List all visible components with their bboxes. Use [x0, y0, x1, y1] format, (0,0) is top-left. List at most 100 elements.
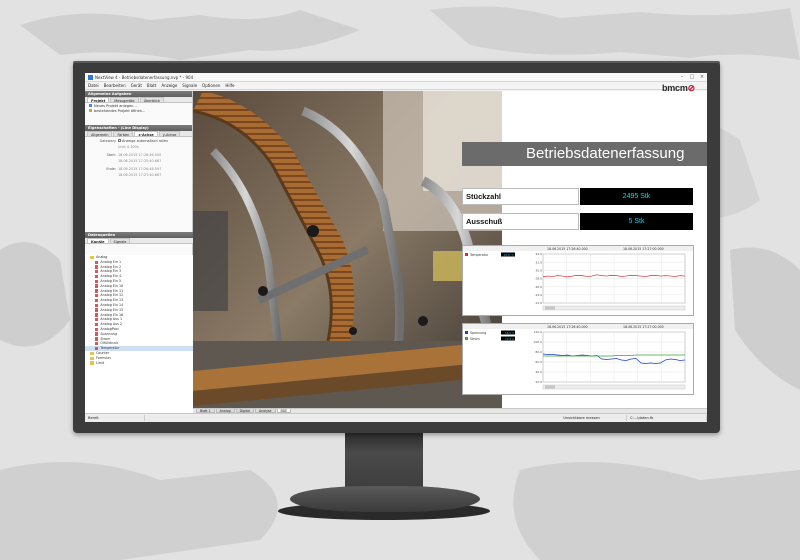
- kpi-stueckzahl-value: 2495 Stk: [580, 188, 693, 205]
- tree-item-label: Limit: [96, 360, 105, 365]
- data-sources-tabs: Kanäle Signale: [85, 238, 193, 244]
- left-sidebar: Allgemeine Aufgaben Projekt Messgeräte Ü…: [85, 91, 193, 413]
- kpi-stueckzahl-label: Stückzahl: [462, 188, 579, 205]
- tab-kanaele[interactable]: Kanäle: [87, 238, 109, 244]
- tab-messgeraete[interactable]: Messgeräte: [110, 97, 139, 103]
- menu-blatt[interactable]: Blatt: [147, 83, 156, 88]
- bmcm-logo: bmcm⊘: [662, 83, 695, 94]
- ende-row-1: Ende: 18.06.2015 17:26:48.597: [85, 167, 192, 171]
- chart-scrollbar[interactable]: [542, 305, 686, 311]
- dashboard-title: Betriebsdatenerfassung: [462, 142, 707, 166]
- legend-swatch: [465, 253, 468, 256]
- new-project-icon: [89, 104, 92, 107]
- maximize-icon[interactable]: □: [687, 74, 697, 80]
- chart-scroll-thumb[interactable]: [545, 306, 555, 310]
- start-value-1[interactable]: 18.06.2015 17:26:46.500: [118, 153, 161, 157]
- menu-anzeige[interactable]: Anzeige: [161, 83, 177, 88]
- gateway-row: Gatewary Anzeige automatisch rollen: [85, 139, 192, 143]
- gateway-value: Anzeige automatisch rollen: [122, 139, 169, 143]
- logo-accent: ⊘: [687, 83, 696, 93]
- voltage-current-chart[interactable]: 18.06.2015 17:26:40.000 18.06.2015 17:27:…: [462, 323, 694, 395]
- logo-text: bmcm: [661, 83, 688, 93]
- window-title: NextView 4 - Betriebsdatenerfassung.nvp …: [95, 74, 194, 80]
- status-bar: Bereit Unsichtbare messen C:...\daten.fb: [85, 413, 707, 422]
- chart-time-end: 18.06.2015 17:27:00.000: [623, 247, 664, 251]
- status-left: Bereit: [85, 415, 145, 421]
- tab-y-achse[interactable]: y-Achse: [158, 131, 181, 137]
- production-line-photo: [193, 91, 502, 408]
- status-middle: Unsichtbare messen: [537, 415, 627, 421]
- kpi-ausschuss: Ausschuß 5 Stk: [462, 213, 693, 230]
- tab-ueberblick[interactable]: Überblick: [139, 97, 165, 103]
- chart-time-end: 18.06.2015 17:27:00.000: [623, 325, 664, 329]
- menu-signale[interactable]: Signale: [182, 83, 197, 88]
- close-icon[interactable]: ×: [697, 74, 707, 80]
- kpi-ausschuss-value: 5 Stk: [580, 213, 693, 230]
- chart-scroll-thumb[interactable]: [545, 385, 555, 389]
- folder-icon: [90, 255, 94, 259]
- y-tick-label: 32.0: [535, 260, 542, 264]
- ende-row-2: 18.06.2015 17:27:40.667: [85, 173, 192, 177]
- legend-name: Strom: [470, 337, 480, 341]
- signal-icon: [95, 318, 99, 322]
- tab-x-achse[interactable]: x-Achse: [134, 131, 158, 137]
- tab-projekt[interactable]: Projekt: [87, 97, 110, 103]
- legend-swatch: [465, 337, 468, 340]
- start-row-1: Start: 18.06.2015 17:26:46.500: [85, 153, 192, 157]
- menu-optionen[interactable]: Optionen: [202, 83, 220, 88]
- y-tick-label: 34.0: [535, 252, 542, 256]
- signal-icon: [95, 284, 99, 288]
- gateway-label: Gatewary: [99, 139, 116, 143]
- ende-value-1[interactable]: 18.06.2015 17:26:48.597: [118, 167, 161, 171]
- tab-allgemein[interactable]: Allgemein: [87, 131, 113, 137]
- temperature-chart[interactable]: 18.06.2015 17:26:40.000 18.06.2015 17:27:…: [462, 245, 694, 316]
- folder-icon: [90, 351, 94, 355]
- chart-svg: 18.06.2015 17:26:40.000 18.06.2015 17:27:…: [463, 246, 693, 311]
- signal-icon: [95, 313, 99, 317]
- minimize-icon[interactable]: –: [677, 74, 687, 80]
- menu-datei[interactable]: Datei: [88, 83, 99, 88]
- y-tick-label: 22.0: [535, 301, 542, 305]
- ende-label-spacer: [88, 173, 118, 177]
- unit-label: [88, 145, 118, 149]
- ende-label: Ende:: [106, 167, 116, 171]
- channel-tree: Analog Analog Ein 1 Analog Ein 2 Analog Ein…: [85, 255, 193, 413]
- y-tick-label: 60.0: [535, 360, 542, 364]
- y-tick-label: 24.0: [535, 293, 542, 297]
- y-tick-label: 26.0: [535, 285, 542, 289]
- menu-bearbeiten[interactable]: Bearbeiten: [104, 83, 126, 88]
- legend-value: 74.8 A: [505, 337, 514, 341]
- signal-icon: [95, 289, 99, 293]
- signal-icon: [95, 327, 99, 332]
- signal-icon: [95, 322, 99, 327]
- signal-icon: [95, 279, 99, 284]
- auto-scroll-checkbox[interactable]: [118, 139, 121, 142]
- monitor-stand-base: [290, 486, 480, 512]
- legend-value: 56.0 V: [505, 331, 514, 335]
- signal-icon: [95, 260, 99, 264]
- start-label-spacer: [88, 159, 118, 163]
- unit-row: Unit: 0.300s: [85, 145, 192, 149]
- tab-farben[interactable]: Farben: [113, 131, 134, 137]
- tab-signale[interactable]: Signale: [109, 238, 131, 244]
- signal-icon: [95, 294, 99, 298]
- tree-folder[interactable]: Limit: [85, 361, 193, 366]
- start-row-2: 18.06.2015 17:25:40.667: [85, 159, 192, 163]
- signal-icon: [95, 298, 99, 303]
- menu-hilfe[interactable]: Hilfe: [225, 83, 234, 88]
- monitor-bezel-highlight: [73, 61, 720, 63]
- y-tick-label: 40.0: [535, 370, 542, 374]
- chart-scrollbar[interactable]: [542, 384, 686, 390]
- signal-icon: [95, 265, 99, 269]
- signal-icon: [95, 337, 99, 341]
- kpi-stueckzahl: Stückzahl 2495 Stk: [462, 188, 693, 205]
- y-tick-label: 80.0: [535, 350, 542, 354]
- start-value-2[interactable]: 18.06.2015 17:25:40.667: [118, 159, 161, 163]
- ende-value-2[interactable]: 18.06.2015 17:27:40.667: [118, 173, 161, 177]
- menu-geraet[interactable]: Gerät: [131, 83, 142, 88]
- cookie-conveyor-image: [193, 91, 502, 408]
- legend-name: Spannung: [470, 331, 486, 335]
- signal-icon: [95, 346, 99, 351]
- folder-icon: [90, 356, 94, 360]
- y-tick-label: 28.0: [535, 277, 542, 281]
